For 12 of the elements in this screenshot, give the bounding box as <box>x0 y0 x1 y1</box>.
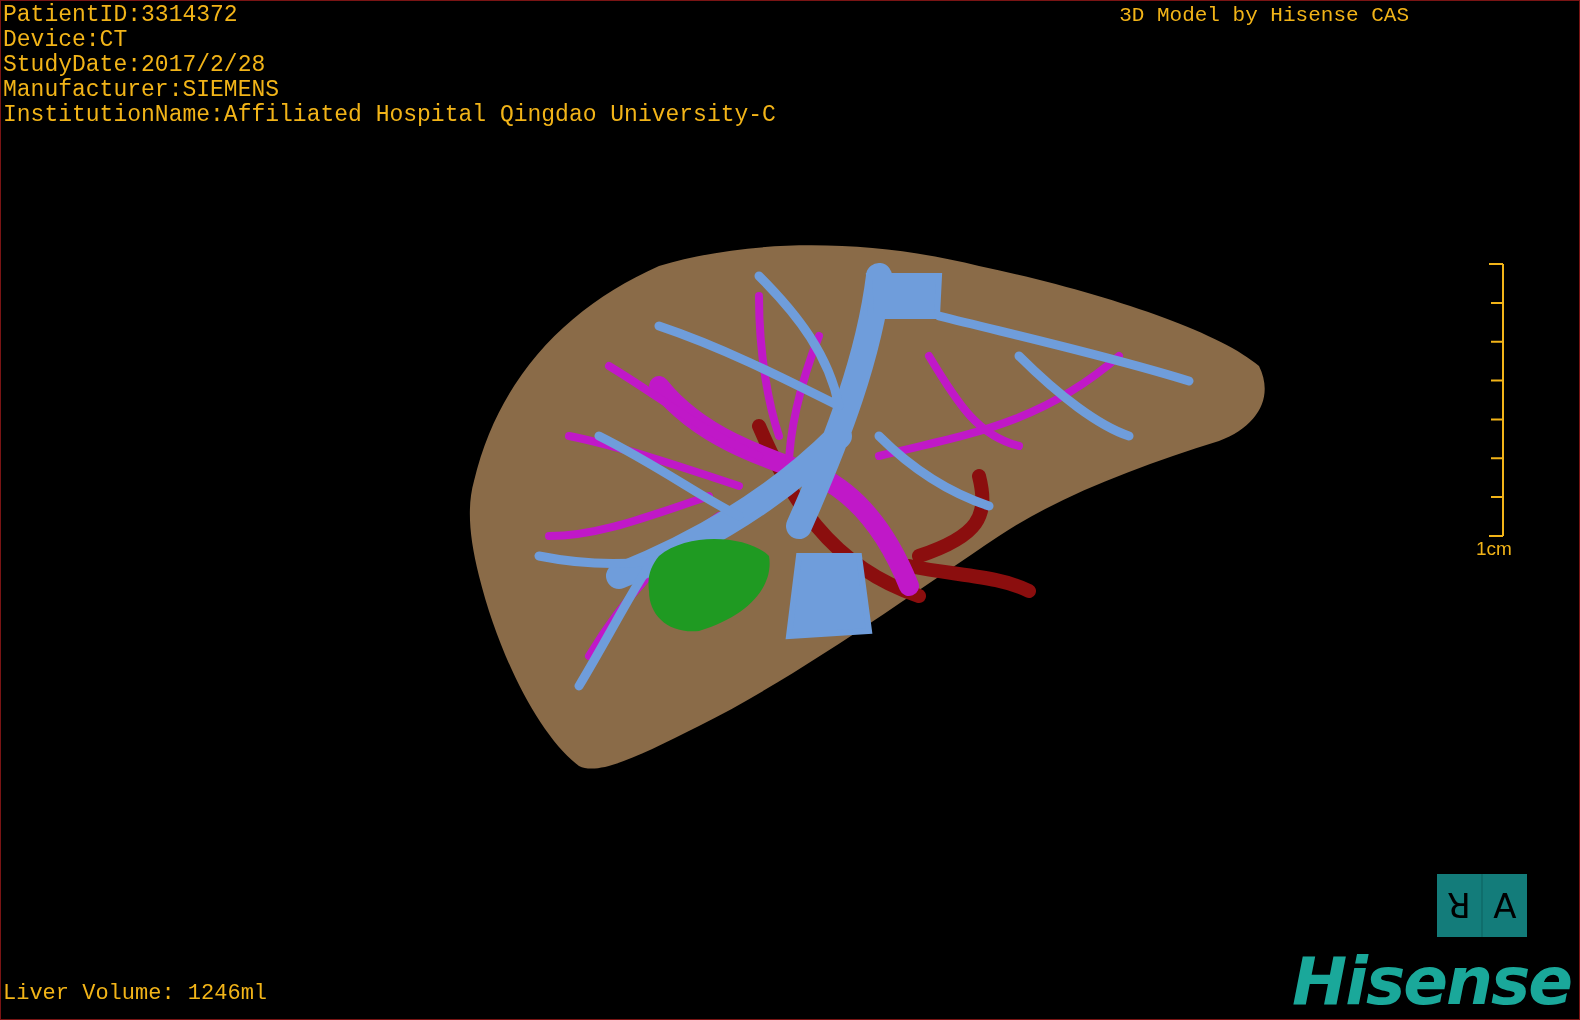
info-text: Device:CT <box>3 28 128 53</box>
orientation-letter: R <box>1446 884 1472 928</box>
info-text: StudyDate:2017/2/28 <box>3 53 266 78</box>
info-text: InstitutionName:Affiliated Hospital Qingdao University-C <box>3 103 776 128</box>
logo: Hisense <box>1292 951 1571 1013</box>
info-text: PatientID:3314372 <box>3 3 238 28</box>
viewer-title: 3D Model by Hisense CAS <box>1119 3 1409 29</box>
info-text: Manufacturer:SIEMENS <box>3 78 280 103</box>
orientation-cube[interactable]: R A <box>1437 874 1527 937</box>
liver-volume-text: Liver Volume: 1246ml <box>3 981 268 1007</box>
scale-label: 1cm <box>1476 538 1512 560</box>
orientation-letter: A <box>1481 874 1527 937</box>
